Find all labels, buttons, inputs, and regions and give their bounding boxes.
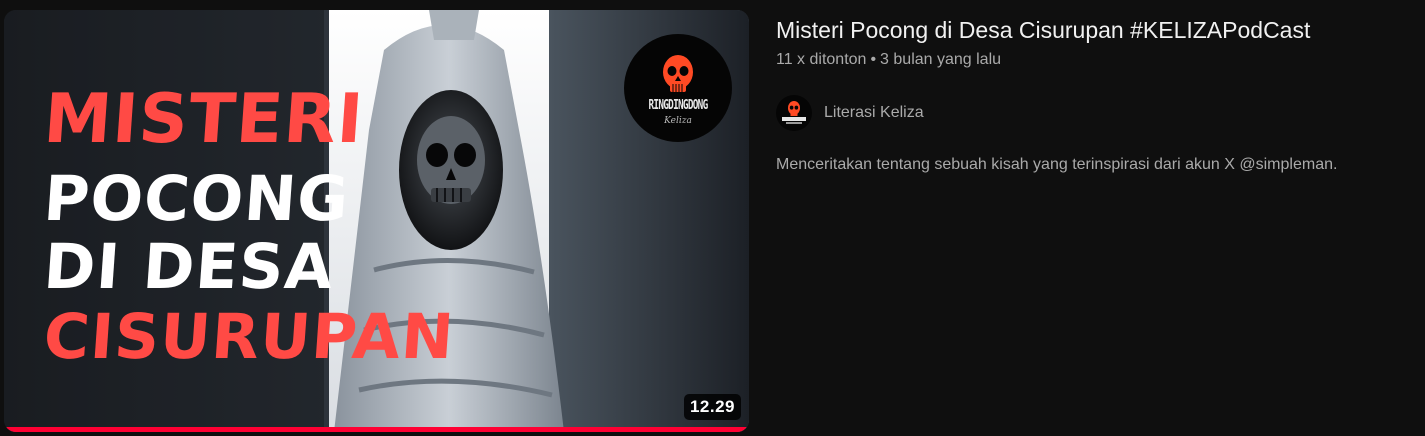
thumbnail-title-line: MISTERI: [41, 80, 367, 159]
skull-logo-icon: [782, 101, 806, 124]
video-title-link[interactable]: Misteri Pocong di Desa Cisurupan #KELIZA…: [776, 14, 1416, 46]
publish-date: 3 bulan yang lalu: [880, 51, 1002, 68]
meta-separator: •: [870, 51, 877, 68]
view-count: 11 x ditonton: [776, 51, 867, 68]
video-result-row: MISTERI POCONG DI DESA CISURUPAN RINGDIN…: [0, 0, 1425, 436]
video-details: Misteri Pocong di Desa Cisurupan #KELIZA…: [776, 14, 1416, 173]
video-description-snippet: Menceritakan tentang sebuah kisah yang t…: [776, 156, 1338, 173]
video-metadata: 11 x ditonton • 3 bulan yang lalu: [776, 49, 1416, 71]
watch-progress-track: [4, 427, 749, 432]
thumbnail-title-line: CISURUPAN: [41, 300, 457, 373]
duration-badge: 12.29: [683, 394, 741, 420]
channel-name[interactable]: Literasi Keliza: [824, 104, 924, 122]
channel-logo-badge: RINGDINGDONG Keliza: [624, 34, 732, 142]
video-thumbnail[interactable]: MISTERI POCONG DI DESA CISURUPAN RINGDIN…: [4, 10, 749, 432]
badge-wordmark: RINGDINGDONG: [648, 98, 709, 113]
badge-subtitle: Keliza: [664, 116, 692, 126]
channel-link[interactable]: Literasi Keliza: [776, 93, 924, 133]
watch-progress-fill: [4, 427, 749, 432]
thumbnail-title-line: POCONG: [41, 162, 352, 235]
thumbnail-title-line: DI DESA: [41, 230, 337, 303]
channel-avatar[interactable]: [776, 95, 812, 131]
